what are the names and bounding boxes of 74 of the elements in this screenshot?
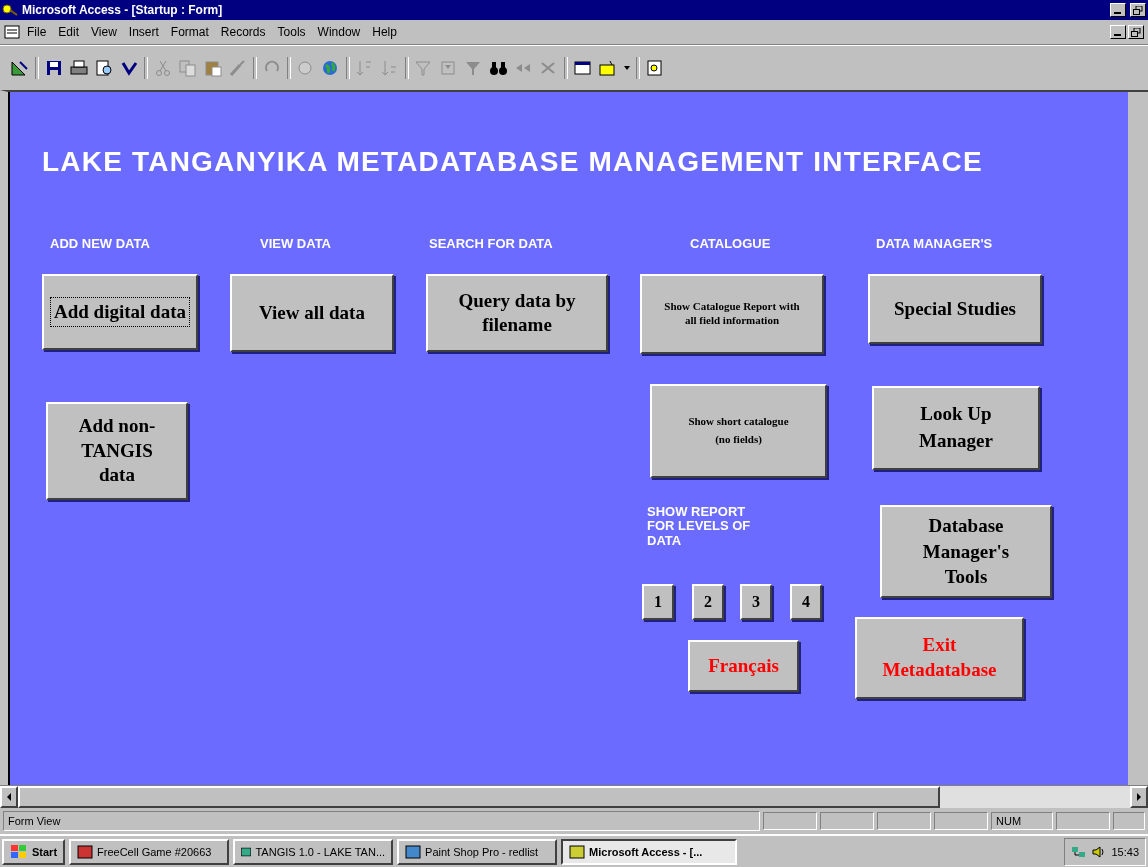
restore-button[interactable]	[1130, 3, 1146, 17]
scroll-left-button[interactable]	[0, 786, 18, 808]
taskbar-label: Paint Shop Pro - redlist	[425, 845, 539, 858]
form-button[interactable]: Show Catalogue Report with all field information	[640, 274, 824, 354]
num-lock-indicator: NUM	[991, 812, 1053, 830]
form-button[interactable]: Database Manager's Tools	[880, 505, 1052, 598]
menu-item[interactable]: Help	[367, 23, 402, 41]
status-panel	[1056, 812, 1110, 830]
taskbar-button[interactable]: TANGIS 1.0 - LAKE TAN...	[233, 838, 394, 865]
key-icon	[2, 3, 18, 17]
network-icon[interactable]	[1071, 844, 1088, 859]
restore-icon	[1133, 5, 1143, 15]
left-arrow-icon	[6, 793, 12, 801]
menu-item[interactable]: Records	[215, 23, 271, 41]
design-view-icon[interactable]	[10, 59, 30, 77]
window-icon[interactable]	[573, 59, 593, 77]
app-icon	[77, 844, 94, 859]
app-icon	[241, 844, 252, 859]
menu-item[interactable]: Window	[312, 23, 366, 41]
status-panel	[820, 812, 874, 830]
restore-icon	[1131, 27, 1141, 37]
section-heading: VIEW DATA	[260, 236, 331, 251]
app-icon	[569, 844, 586, 859]
scrollbar-thumb[interactable]	[18, 786, 940, 808]
scroll-right-button[interactable]	[1130, 786, 1148, 808]
menu-item[interactable]: View	[86, 23, 122, 41]
form-button[interactable]: Look Up Manager	[872, 386, 1040, 470]
window-title: Microsoft Access - [Startup : Form]	[22, 3, 224, 17]
form-button[interactable]: Add digital data	[42, 274, 198, 350]
form-button[interactable]: Show short catalogue (no fields)	[650, 384, 827, 478]
clock: 15:43	[1111, 845, 1139, 858]
print-preview-icon[interactable]	[94, 59, 114, 77]
section-heading: SEARCH FOR DATA	[429, 236, 553, 251]
restore-button[interactable]	[1128, 25, 1144, 39]
save-icon[interactable]	[44, 59, 64, 77]
menu-item[interactable]: Edit	[53, 23, 85, 41]
form-button[interactable]: Special Studies	[868, 274, 1042, 344]
section-heading: SHOW REPORT FOR LEVELS OF DATA	[647, 505, 752, 548]
form-title: LAKE TANGANYIKA METADATABASE MANAGEMENT INTERFACE	[42, 146, 983, 178]
status-panel	[877, 812, 931, 830]
menu-item[interactable]: File	[22, 23, 52, 41]
paste-icon[interactable]	[203, 59, 223, 77]
form-button[interactable]: View all data	[230, 274, 394, 352]
menu-item[interactable]: Tools	[272, 23, 311, 41]
status-panel	[1113, 812, 1145, 830]
taskbar-button[interactable]: Paint Shop Pro - redlist	[397, 838, 558, 865]
form-button[interactable]: 3	[740, 584, 772, 620]
office-assistant-icon[interactable]	[645, 59, 665, 77]
status-panel	[934, 812, 988, 830]
taskbar-label: FreeCell Game #20663	[97, 845, 212, 858]
form-icon[interactable]	[4, 25, 20, 39]
form-button[interactable]: Add non-TANGIS data	[46, 402, 188, 500]
taskbar-label: Microsoft Access - [...	[589, 845, 703, 858]
section-heading: ADD NEW DATA	[50, 236, 150, 251]
form-button[interactable]: 1	[642, 584, 674, 620]
binoculars-icon[interactable]	[489, 59, 509, 77]
taskbar-button[interactable]: FreeCell Game #20663	[69, 838, 230, 865]
form-button[interactable]: 2	[692, 584, 724, 620]
form-button[interactable]: 4	[790, 584, 822, 620]
start-button[interactable]: Start	[2, 838, 66, 865]
menu-item[interactable]: Format	[165, 23, 214, 41]
print-icon[interactable]	[69, 59, 89, 77]
section-heading: DATA MANAGER'S	[876, 236, 993, 251]
status-text: Form View	[3, 811, 760, 831]
right-arrow-icon	[1136, 793, 1142, 801]
form-button[interactable]: Query data by filename	[426, 274, 608, 352]
minimize-button[interactable]	[1110, 25, 1126, 39]
minimize-button[interactable]	[1110, 3, 1126, 17]
menu-item[interactable]: Insert	[123, 23, 164, 41]
taskbar-button[interactable]: Microsoft Access - [...	[561, 838, 738, 865]
app-icon	[405, 844, 422, 859]
section-heading: CATALOGUE	[690, 236, 771, 251]
taskbar-label: TANGIS 1.0 - LAKE TAN...	[255, 845, 386, 858]
status-panel	[763, 812, 817, 830]
